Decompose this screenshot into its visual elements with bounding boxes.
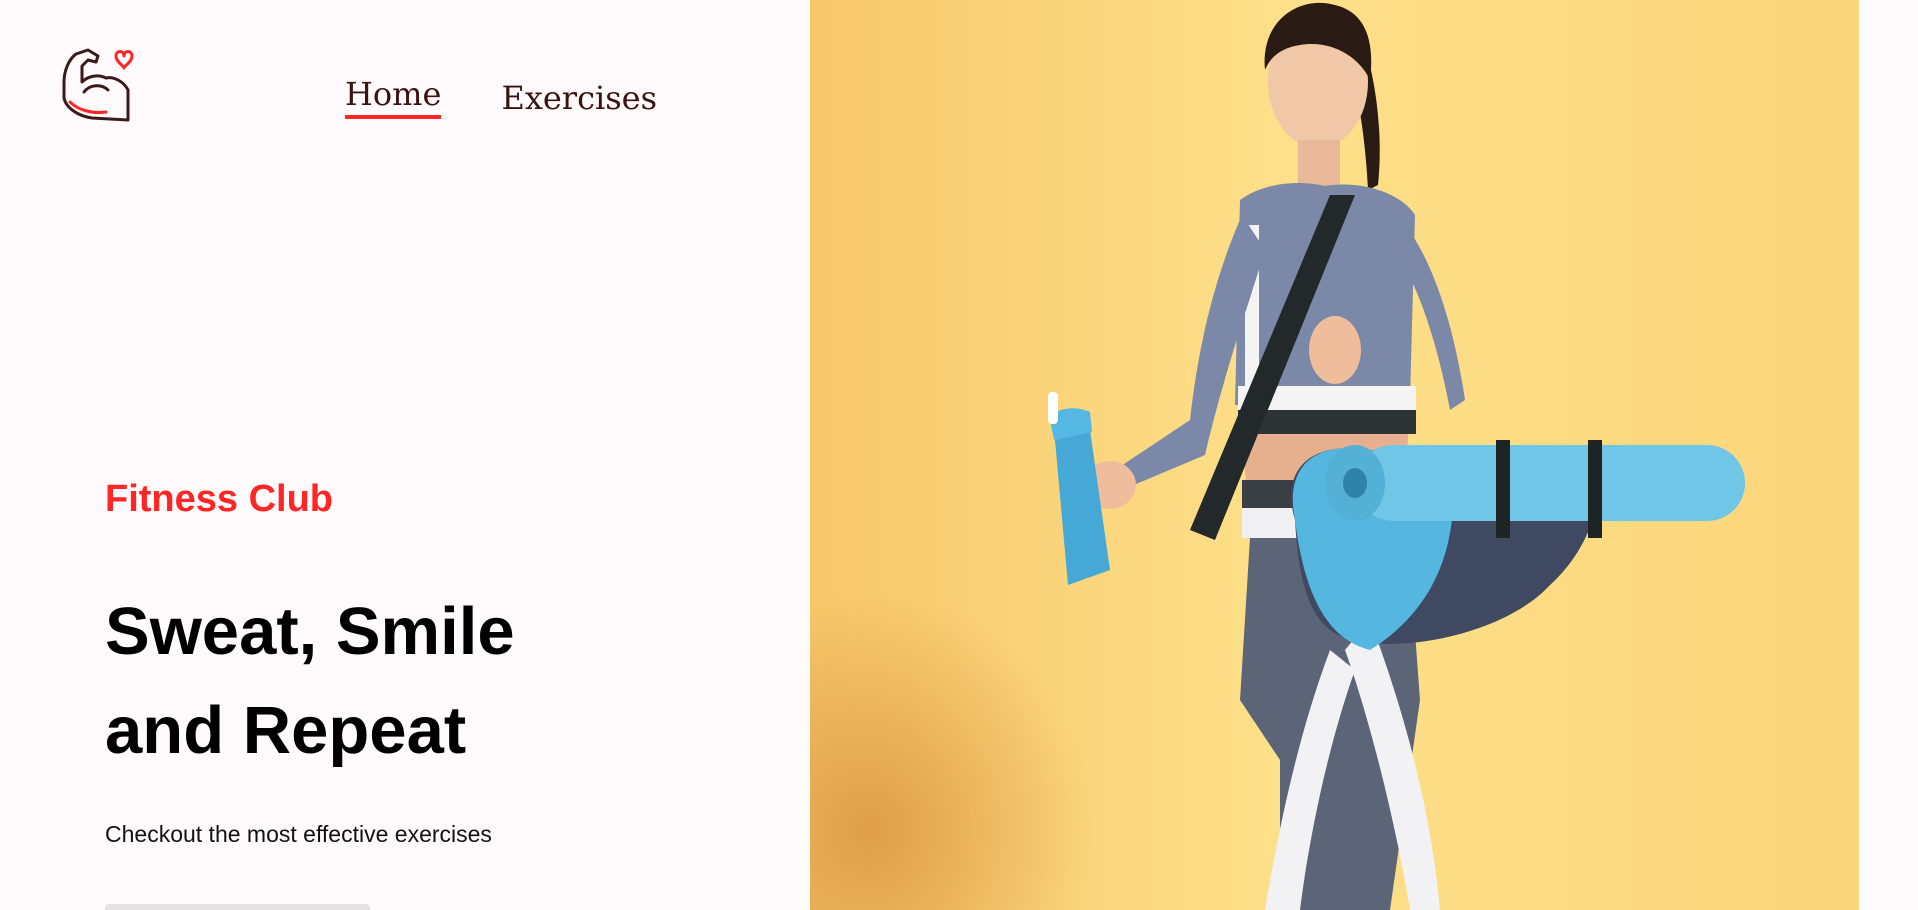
hero-banner-image [810,0,1859,910]
hero-tagline: Fitness Club [105,478,334,520]
flexed-arm-heart-icon [62,48,134,122]
explore-exercises-button[interactable] [105,904,370,910]
nav-link-exercises[interactable]: Exercises [501,82,657,114]
hero-title: Sweat, Smile and Repeat [105,594,515,768]
hero-subtitle: Checkout the most effective exercises [105,821,492,847]
nav-link-home[interactable]: Home [345,78,442,119]
page: Home Exercises Fitness Club Sweat, Smile… [0,0,1918,910]
woman-with-gym-bag-illustration [810,0,1859,910]
main-nav: Home Exercises [345,78,657,119]
gym-logo-icon[interactable] [58,46,134,124]
